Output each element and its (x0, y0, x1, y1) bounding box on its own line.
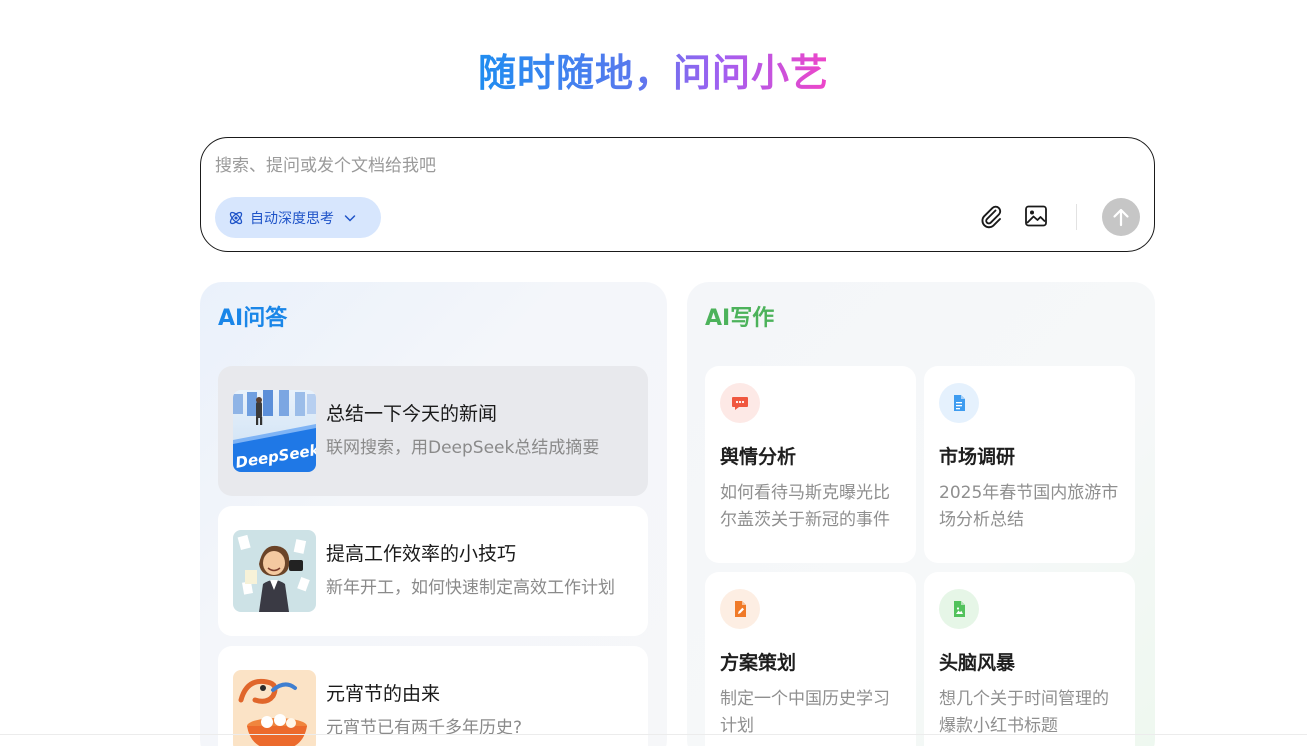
qa-card-title: 总结一下今天的新闻 (326, 403, 498, 425)
qa-card-title: 提高工作效率的小技巧 (326, 543, 517, 565)
qa-card-desc: 新年开工，如何快速制定高效工作计划 (326, 578, 615, 598)
chat-bubble-icon (720, 383, 760, 423)
image-icon (1025, 205, 1047, 227)
bottom-divider (0, 734, 1307, 735)
search-input[interactable] (215, 152, 1115, 180)
writing-card-desc: 制定一个中国历史学习计划 (720, 689, 890, 736)
ai-qa-panel: AI问答 DeepSeek 总结一下今天的新闻 联网搜索，用DeepSeek总结… (200, 282, 667, 746)
qa-card-news[interactable]: DeepSeek 总结一下今天的新闻 联网搜索，用DeepSeek总结成摘要 (218, 366, 648, 496)
arrow-up-icon (1113, 208, 1129, 227)
chevron-down-icon (344, 214, 356, 222)
writing-card-brainstorm[interactable]: 头脑风暴 想几个关于时间管理的爆款小红书标题 (924, 572, 1135, 746)
qa-card-lantern-festival[interactable]: 元宵节的由来 元宵节已有两千多年历史? (218, 646, 648, 746)
writing-card-plan[interactable]: 方案策划 制定一个中国历史学习计划 (705, 572, 916, 746)
upload-image-button[interactable] (1021, 201, 1051, 231)
qa-card-desc: 联网搜索，用DeepSeek总结成摘要 (326, 438, 600, 458)
deep-think-label: 自动深度思考 (250, 210, 334, 227)
qa-card-efficiency[interactable]: 提高工作效率的小技巧 新年开工，如何快速制定高效工作计划 (218, 506, 648, 636)
writing-card-title: 头脑风暴 (939, 652, 1016, 674)
paperclip-icon (981, 205, 1002, 229)
send-button[interactable] (1102, 198, 1140, 236)
pen-doc-icon (720, 589, 760, 629)
toolbar-divider (1076, 204, 1077, 230)
efficiency-thumbnail (233, 530, 316, 612)
search-box: 自动深度思考 (200, 137, 1155, 252)
writing-card-title: 市场调研 (939, 446, 1016, 468)
ai-writing-title: AI写作 (705, 306, 775, 331)
writing-card-desc: 2025年春节国内旅游市场分析总结 (939, 483, 1119, 530)
writing-card-desc: 如何看待马斯克曝光比尔盖茨关于新冠的事件 (720, 483, 890, 530)
qa-card-desc: 元宵节已有两千多年历史? (326, 718, 523, 738)
writing-card-desc: 想几个关于时间管理的爆款小红书标题 (939, 689, 1109, 736)
deep-think-mode-dropdown[interactable]: 自动深度思考 (215, 197, 381, 238)
writing-card-title: 舆情分析 (720, 446, 797, 468)
ai-writing-panel: AI写作 舆情分析 如何看待马斯克曝光比尔盖茨关于新冠的事件 市场调研 2025… (687, 282, 1155, 746)
qa-card-title: 元宵节的由来 (326, 683, 441, 705)
attach-file-button[interactable] (976, 201, 1006, 231)
image-doc-icon (939, 589, 979, 629)
writing-card-market-research[interactable]: 市场调研 2025年春节国内旅游市场分析总结 (924, 366, 1135, 563)
ai-qa-title: AI问答 (218, 306, 288, 331)
deepseek-thumbnail: DeepSeek (233, 390, 316, 472)
headline: 随时随地，问问小艺 (477, 51, 829, 95)
writing-card-title: 方案策划 (720, 652, 797, 674)
document-icon (939, 383, 979, 423)
atom-icon (229, 211, 243, 224)
writing-card-sentiment[interactable]: 舆情分析 如何看待马斯克曝光比尔盖茨关于新冠的事件 (705, 366, 916, 563)
